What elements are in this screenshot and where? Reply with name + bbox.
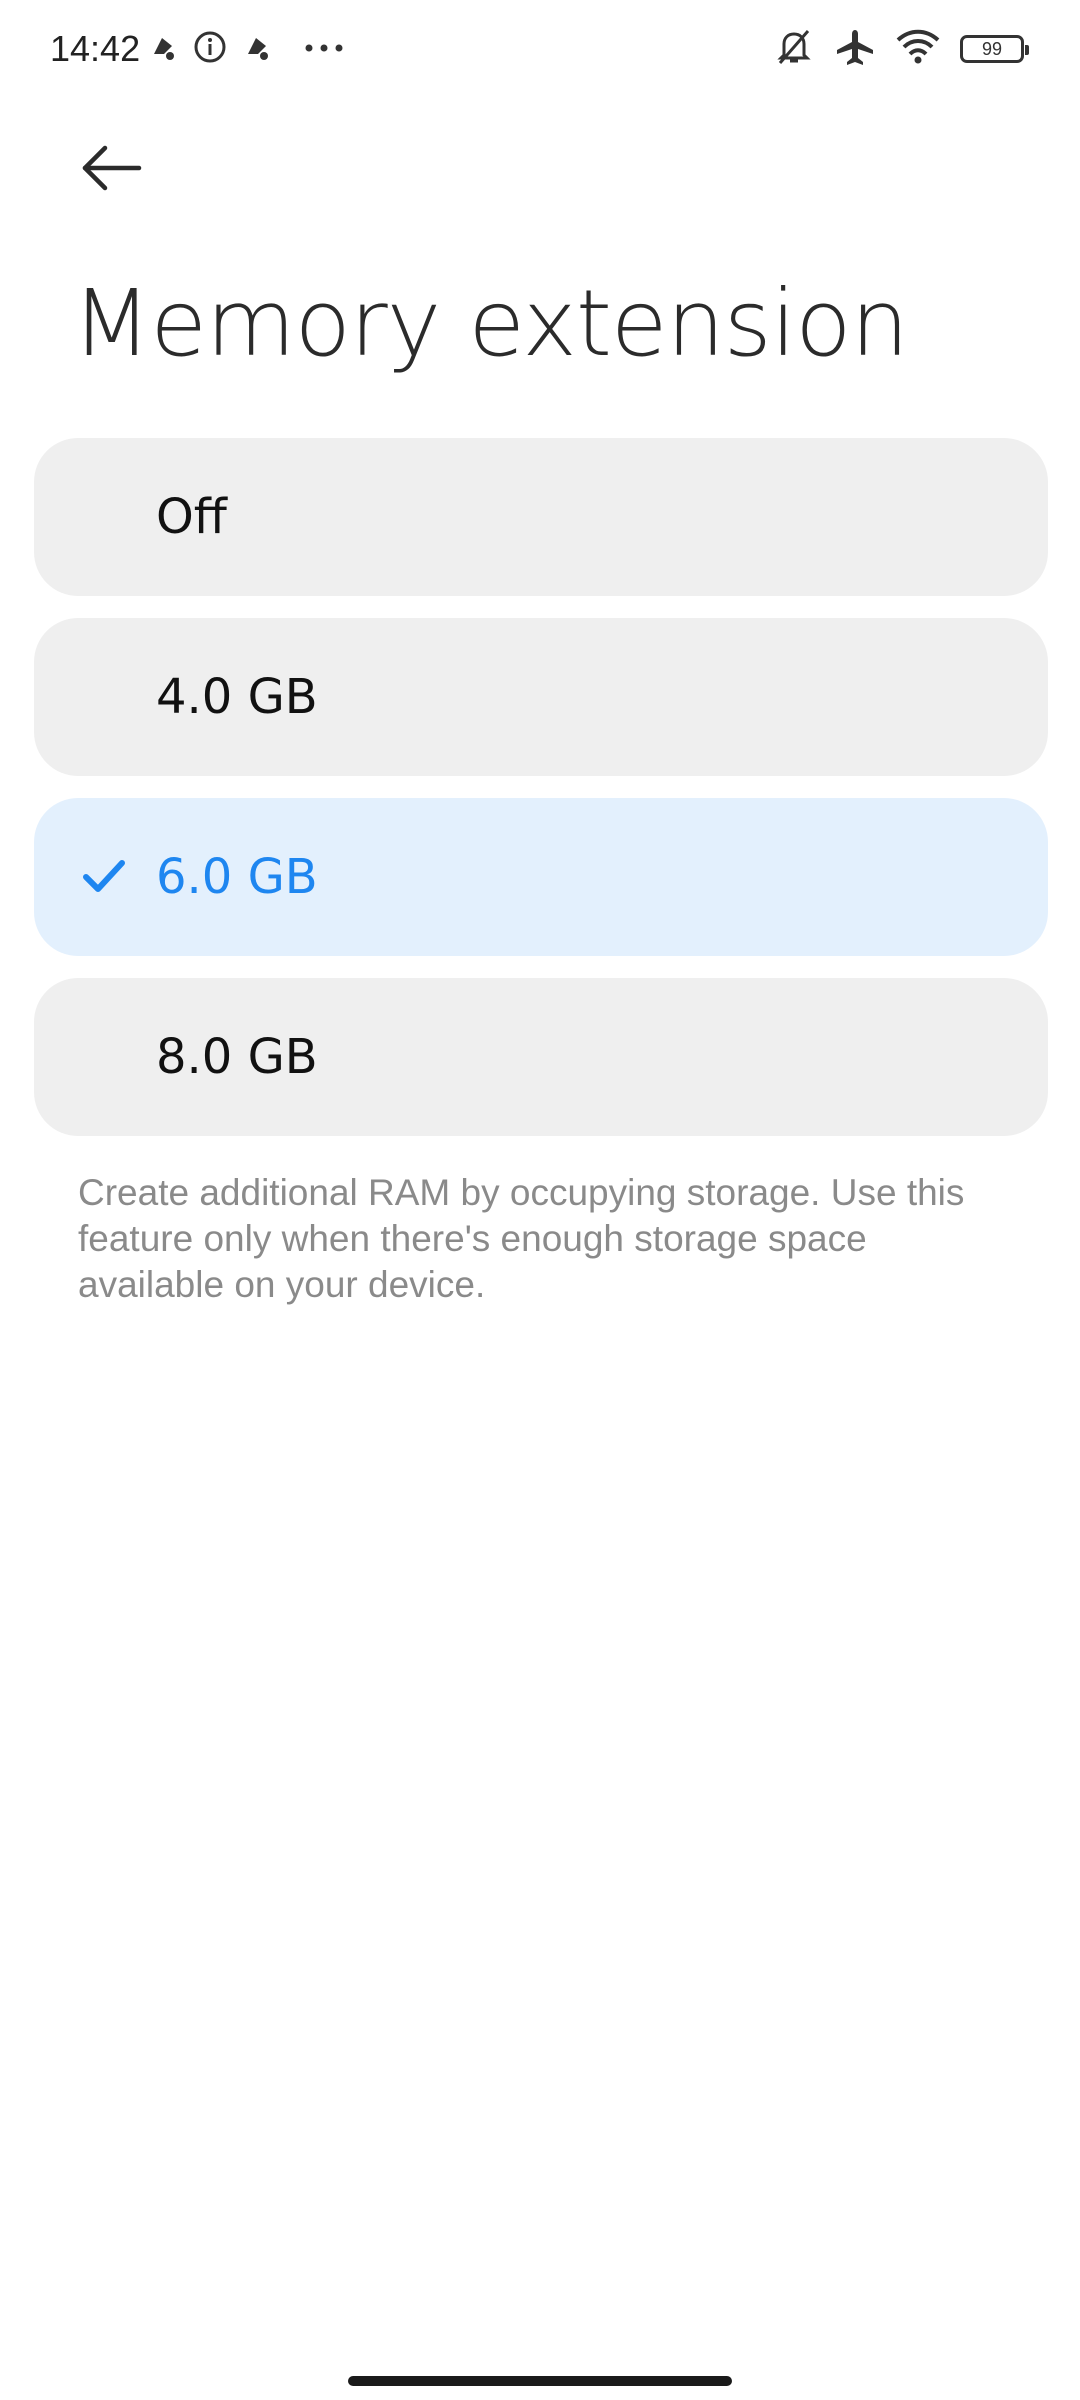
option-off[interactable]: Off — [34, 438, 1048, 596]
description-text: Create additional RAM by occupying stora… — [78, 1172, 965, 1305]
option-4gb[interactable]: 4.0 GB — [34, 618, 1048, 776]
mute-bell-icon — [772, 27, 816, 72]
back-arrow-icon — [79, 144, 143, 197]
info-icon — [192, 29, 228, 70]
option-label: 4.0 GB — [156, 669, 318, 725]
option-6gb[interactable]: 6.0 GB — [34, 798, 1048, 956]
status-bar: 14:42 99 — [0, 0, 1080, 100]
notification-icon — [148, 32, 178, 67]
status-time: 14:42 — [50, 28, 141, 69]
option-label: Off — [156, 489, 227, 545]
page-title: Memory extension — [72, 270, 909, 377]
status-left-icons — [148, 28, 344, 70]
wifi-icon — [894, 27, 942, 72]
airplane-icon — [834, 27, 876, 72]
status-right-icons: 99 — [772, 27, 1029, 72]
back-button[interactable] — [66, 134, 156, 206]
option-label: 6.0 GB — [156, 849, 318, 905]
option-8gb[interactable]: 8.0 GB — [34, 978, 1048, 1136]
notification-icon — [242, 32, 272, 67]
memory-options-list: Off 4.0 GB 6.0 GB 8.0 GB — [34, 438, 1048, 1158]
more-dots-icon — [304, 40, 344, 58]
checkmark-icon — [80, 853, 128, 901]
battery-indicator: 99 — [960, 35, 1029, 63]
home-indicator[interactable] — [348, 2376, 732, 2386]
option-label: 8.0 GB — [156, 1029, 318, 1085]
